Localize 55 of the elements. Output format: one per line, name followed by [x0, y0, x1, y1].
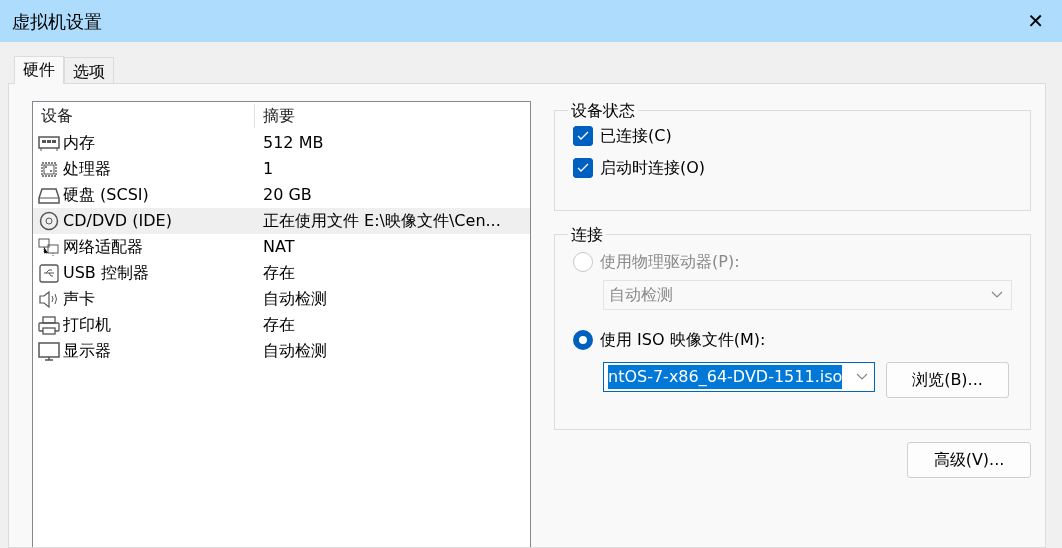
caret-icon: [856, 373, 868, 382]
radio-button[interactable]: [573, 330, 593, 351]
usb-icon: [37, 263, 61, 283]
device-summary: 自动检测: [263, 340, 327, 362]
device-name: 硬盘 (SCSI): [63, 184, 149, 206]
tab[interactable]: 硬件: [14, 56, 64, 84]
device-name: 网络适配器: [63, 236, 143, 258]
device-row[interactable]: 网络适配器 NAT: [33, 234, 530, 260]
device-name: 处理器: [63, 158, 111, 180]
group-title: 连接: [570, 225, 604, 245]
window-title: 虚拟机设置: [12, 9, 102, 34]
device-summary: 存在: [263, 262, 295, 284]
device-row[interactable]: 内存 512 MB: [33, 130, 530, 156]
radio-label: 使用物理驱动器(P):: [600, 251, 740, 274]
group-title: 设备状态: [570, 101, 636, 121]
printer-icon: [37, 315, 61, 335]
device-summary: 512 MB: [263, 132, 324, 154]
device-summary: 存在: [263, 314, 295, 336]
device-summary: 自动检测: [263, 288, 327, 310]
device-name: 内存: [63, 132, 95, 154]
disc-icon: [37, 211, 61, 231]
device-row[interactable]: 显示器 自动检测: [33, 338, 530, 364]
check-icon: [577, 163, 589, 174]
iso-path-combo[interactable]: ntOS-7-x86_64-DVD-1511.iso: [603, 362, 875, 393]
device-name: USB 控制器: [63, 262, 149, 284]
browse-button[interactable]: 浏览(B)...: [886, 362, 1009, 399]
device-summary: 正在使用文件 E:\映像文件\Cen...: [263, 210, 501, 232]
caret-icon: [991, 291, 1003, 300]
tab[interactable]: 选项: [64, 57, 114, 83]
device-name: CD/DVD (IDE): [63, 210, 172, 232]
checkbox-label: 已连接(C): [600, 125, 672, 148]
device-summary: NAT: [263, 236, 295, 258]
advanced-button[interactable]: 高级(V)...: [907, 442, 1031, 478]
device-row[interactable]: USB 控制器 存在: [33, 260, 530, 286]
check-icon: [577, 131, 589, 142]
device-summary: 1: [263, 158, 274, 180]
radio-label: 使用 ISO 映像文件(M):: [600, 329, 766, 352]
checkbox[interactable]: [573, 158, 593, 179]
device-row[interactable]: 打印机 存在: [33, 312, 530, 338]
device-name: 声卡: [63, 288, 95, 310]
device-row[interactable]: 处理器 1: [33, 156, 530, 182]
device-row[interactable]: 硬盘 (SCSI) 20 GB: [33, 182, 530, 208]
checkbox-label: 启动时连接(O): [600, 157, 706, 180]
memory-icon: [37, 133, 61, 153]
device-name: 打印机: [63, 314, 111, 336]
device-summary: 20 GB: [263, 184, 312, 206]
device-name: 显示器: [63, 340, 111, 362]
close-button[interactable]: ✕: [1021, 11, 1050, 31]
network-icon: [37, 237, 61, 257]
column-header: 摘要: [262, 105, 295, 127]
monitor-icon: [37, 341, 61, 361]
checkbox[interactable]: [573, 126, 593, 147]
column-header: 设备: [33, 104, 255, 128]
device-row[interactable]: CD/DVD (IDE) 正在使用文件 E:\映像文件\Cen...: [33, 208, 530, 234]
device-row[interactable]: 声卡 自动检测: [33, 286, 530, 312]
